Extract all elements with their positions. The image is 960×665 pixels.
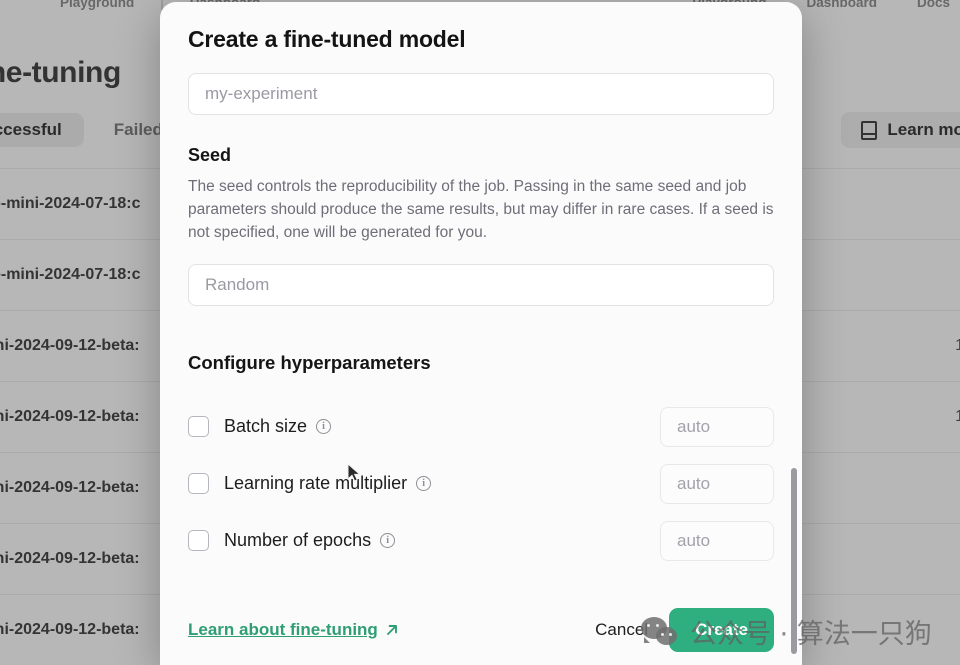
number-of-epochs-label: Number of epochs <box>224 530 372 550</box>
seed-input-placeholder: Random <box>205 275 270 294</box>
learning-rate-multiplier-label-group: Learning rate multiplier i <box>224 473 432 494</box>
learn-about-fine-tuning-link[interactable]: Learn about fine-tuning <box>188 620 399 640</box>
batch-size-label: Batch size <box>224 416 308 436</box>
hyperparameters-heading: Configure hyperparameters <box>188 352 431 373</box>
suffix-input[interactable]: my-experiment <box>188 73 774 115</box>
batch-size-checkbox[interactable] <box>188 416 209 437</box>
hyperparameters-list: Batch size i auto Learning rate multipli… <box>188 398 774 569</box>
external-link-arrow-icon <box>386 625 397 635</box>
number-of-epochs-label-group: Number of epochs i <box>224 530 396 551</box>
learning-rate-multiplier-placeholder: auto <box>677 473 711 493</box>
dialog-footer: Learn about fine-tuning Cancel Create <box>188 607 774 653</box>
learning-rate-multiplier-checkbox[interactable] <box>188 473 209 494</box>
dialog-title: Create a fine-tuned model <box>188 26 466 52</box>
batch-size-label-group: Batch size i <box>224 416 332 437</box>
number-of-epochs-placeholder: auto <box>677 530 711 550</box>
hyperparameter-row-batch-size: Batch size i auto <box>188 398 774 455</box>
seed-heading: Seed <box>188 145 232 165</box>
learning-rate-multiplier-label: Learning rate multiplier <box>224 473 408 493</box>
hyperparameter-row-learning-rate-multiplier: Learning rate multiplier i auto <box>188 455 774 512</box>
footer-actions: Cancel Create <box>587 608 774 652</box>
create-button[interactable]: Create <box>669 608 774 652</box>
create-fine-tuned-model-dialog: Create a fine-tuned model my-experiment … <box>160 2 802 665</box>
suffix-input-placeholder: my-experiment <box>205 84 318 103</box>
info-icon[interactable]: i <box>380 533 396 548</box>
seed-description: The seed controls the reproducibility of… <box>188 178 774 241</box>
dialog-scrollbar[interactable] <box>791 468 797 654</box>
seed-input[interactable]: Random <box>188 264 774 306</box>
dialog-body: Create a fine-tuned model my-experiment … <box>160 2 802 665</box>
info-icon[interactable]: i <box>416 476 432 491</box>
learn-about-fine-tuning-label: Learn about fine-tuning <box>188 620 378 639</box>
learning-rate-multiplier-input[interactable]: auto <box>660 463 774 504</box>
batch-size-placeholder: auto <box>677 416 711 436</box>
batch-size-input[interactable]: auto <box>660 406 774 447</box>
number-of-epochs-checkbox[interactable] <box>188 530 209 551</box>
number-of-epochs-input[interactable]: auto <box>660 520 774 561</box>
cancel-button[interactable]: Cancel <box>587 610 656 650</box>
hyperparameter-row-number-of-epochs: Number of epochs i auto <box>188 512 774 569</box>
info-icon[interactable]: i <box>316 419 332 434</box>
